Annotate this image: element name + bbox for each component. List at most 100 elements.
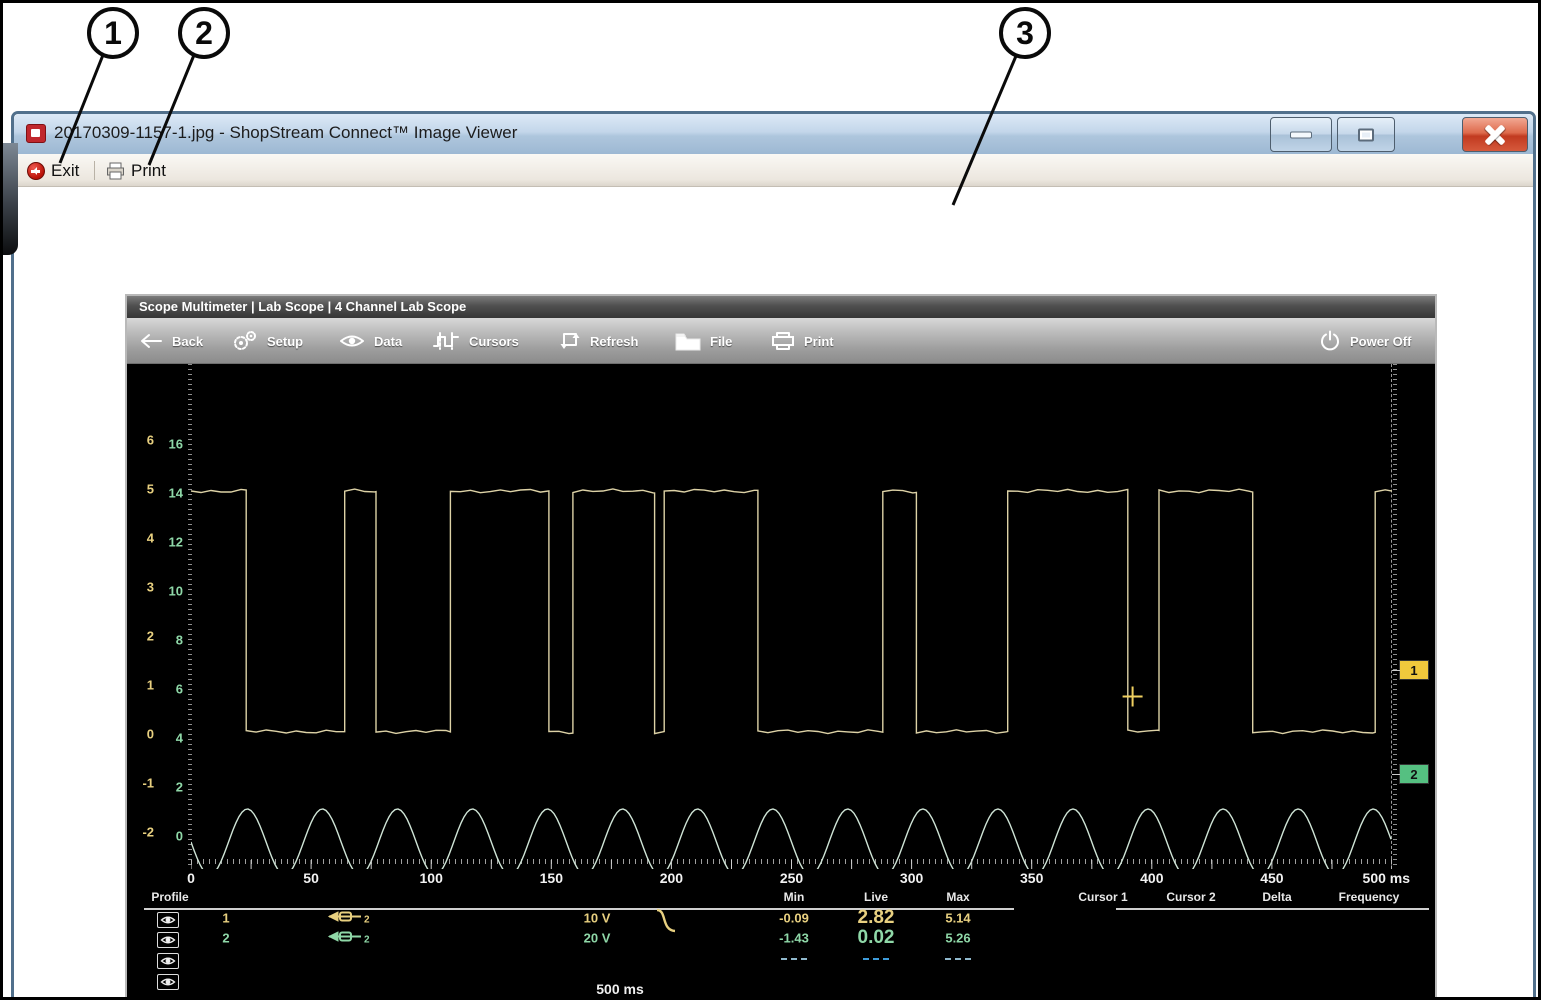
- channel-1-visibility-toggle[interactable]: [157, 912, 179, 928]
- ch2-axis-label: 8: [156, 633, 183, 648]
- scope-toolbar: Back Setup Data: [127, 318, 1435, 364]
- time-axis-label: 200: [660, 870, 683, 886]
- ch1-axis-label: 2: [127, 629, 154, 644]
- folder-icon: [675, 332, 701, 351]
- col-live: Live: [864, 890, 888, 904]
- channel-number: 2: [222, 931, 229, 946]
- app-icon: [26, 124, 46, 143]
- channel-3-visibility-toggle[interactable]: [157, 953, 179, 969]
- channel-2-visibility-toggle[interactable]: [157, 932, 179, 948]
- ch1-axis-label: 5: [127, 482, 154, 497]
- ch1-axis-label: 4: [127, 531, 154, 546]
- ch1-axis-label: 0: [127, 727, 154, 742]
- waveform-plot[interactable]: 6543210-1-2-3 1614121086420-2 1 2: [127, 364, 1435, 869]
- max-value: 5.14: [945, 911, 970, 926]
- channel-4-visibility-toggle[interactable]: [157, 974, 179, 990]
- svg-text:2: 2: [364, 915, 370, 925]
- live-value: 2.82: [858, 907, 895, 929]
- figure-canvas: 1 2 3 20170309-1157-1.jpg - ShopStream C…: [0, 0, 1541, 1000]
- gear-icon: [232, 330, 258, 352]
- ch2-axis-label: 16: [156, 437, 183, 452]
- ch1-axis-label: -2: [127, 825, 154, 840]
- ch2-axis-label: 10: [156, 584, 183, 599]
- ch1-axis-label: 6: [127, 433, 154, 448]
- ch1-axis-label: 3: [127, 580, 154, 595]
- channel2-marker[interactable]: 2: [1399, 764, 1429, 784]
- print-label: Print: [131, 161, 166, 181]
- callout-2: 2: [178, 7, 230, 59]
- ch2-axis-label: 2: [156, 780, 183, 795]
- cursors-icon: [432, 331, 460, 351]
- callout-3: 3: [999, 7, 1051, 59]
- waveform-canvas: [191, 364, 1392, 869]
- callout-1: 1: [87, 7, 139, 59]
- refresh-icon: [559, 331, 581, 351]
- power-icon: [1319, 330, 1341, 352]
- ch1-axis-label: 1: [127, 678, 154, 693]
- ch1-axis-label: -1: [127, 776, 154, 791]
- window-titlebar[interactable]: 20170309-1157-1.jpg - ShopStream Connect…: [14, 114, 1533, 154]
- time-axis-label: 150: [540, 870, 563, 886]
- header-rule-right: [1116, 908, 1429, 910]
- power-off-button[interactable]: Power Off: [1319, 318, 1411, 364]
- col-cursor2: Cursor 2: [1166, 890, 1215, 904]
- exit-button[interactable]: Exit: [27, 157, 79, 184]
- probe-icon[interactable]: 2: [327, 929, 375, 948]
- col-min: Min: [784, 890, 805, 904]
- cursor-marker-icon[interactable]: [1123, 687, 1143, 707]
- profile-table: Profile Min Live Max Cursor 1 Cursor 2 D…: [127, 889, 1435, 1000]
- file-button[interactable]: File: [675, 318, 732, 364]
- page-edge-tab: [3, 143, 18, 255]
- time-axis-label: 300: [900, 870, 923, 886]
- time-axis-label: 450: [1260, 870, 1283, 886]
- time-axis-label: 50: [303, 870, 319, 886]
- trigger-slope-icon[interactable]: [651, 908, 691, 934]
- setup-button[interactable]: Setup: [232, 318, 303, 364]
- channel1-square-wave: [191, 489, 1392, 734]
- exit-label: Exit: [51, 161, 79, 181]
- probe-icon[interactable]: 2: [327, 909, 375, 928]
- time-axis-label: 250: [780, 870, 803, 886]
- close-button[interactable]: [1462, 117, 1528, 152]
- max-value: 5.26: [945, 931, 970, 946]
- exit-icon: [27, 162, 45, 180]
- min-value: -0.09: [779, 911, 809, 926]
- print-icon: [106, 162, 125, 180]
- maximize-icon: [1358, 128, 1374, 141]
- scope-breadcrumb: Scope Multimeter | Lab Scope | 4 Channel…: [127, 296, 1435, 318]
- max-dash: [945, 958, 971, 960]
- ch2-axis-label: 14: [156, 486, 183, 501]
- back-button[interactable]: Back: [139, 318, 203, 364]
- min-value: -1.43: [779, 931, 809, 946]
- ch2-axis-label: 4: [156, 731, 183, 746]
- window-title: 20170309-1157-1.jpg - ShopStream Connect…: [54, 123, 517, 143]
- time-axis-label: 400: [1140, 870, 1163, 886]
- ch2-axis-label: 0: [156, 829, 183, 844]
- channel-number: 1: [222, 911, 229, 926]
- scope-screenshot: Scope Multimeter | Lab Scope | 4 Channel…: [127, 296, 1435, 1000]
- major-ticks: [191, 860, 1392, 869]
- cursors-button[interactable]: Cursors: [432, 318, 519, 364]
- minimize-button[interactable]: [1270, 117, 1332, 152]
- callout-1-number: 1: [104, 15, 122, 52]
- col-delta: Delta: [1262, 890, 1291, 904]
- print-button-scope[interactable]: Print: [771, 318, 834, 364]
- right-tick-ruler: [1393, 364, 1397, 869]
- probe-scale: 10 V: [584, 911, 611, 926]
- col-profile: Profile: [151, 890, 188, 904]
- live-dash: [863, 958, 889, 960]
- col-max: Max: [946, 890, 969, 904]
- channel1-marker[interactable]: 1: [1399, 660, 1429, 680]
- maximize-button[interactable]: [1337, 117, 1395, 152]
- min-dash: [781, 958, 807, 960]
- callout-2-number: 2: [195, 15, 213, 52]
- toolbar-separator: [94, 161, 95, 180]
- time-axis: 050100150200250300350400450500 ms: [127, 869, 1435, 889]
- shopstream-image-viewer-window: 20170309-1157-1.jpg - ShopStream Connect…: [11, 111, 1536, 1000]
- col-cursor1: Cursor 1: [1078, 890, 1127, 904]
- print-button[interactable]: Print: [106, 157, 166, 184]
- refresh-button[interactable]: Refresh: [559, 318, 638, 364]
- time-axis-label: 0: [187, 870, 195, 886]
- data-button[interactable]: Data: [339, 318, 402, 364]
- ch2-axis-label: 6: [156, 682, 183, 697]
